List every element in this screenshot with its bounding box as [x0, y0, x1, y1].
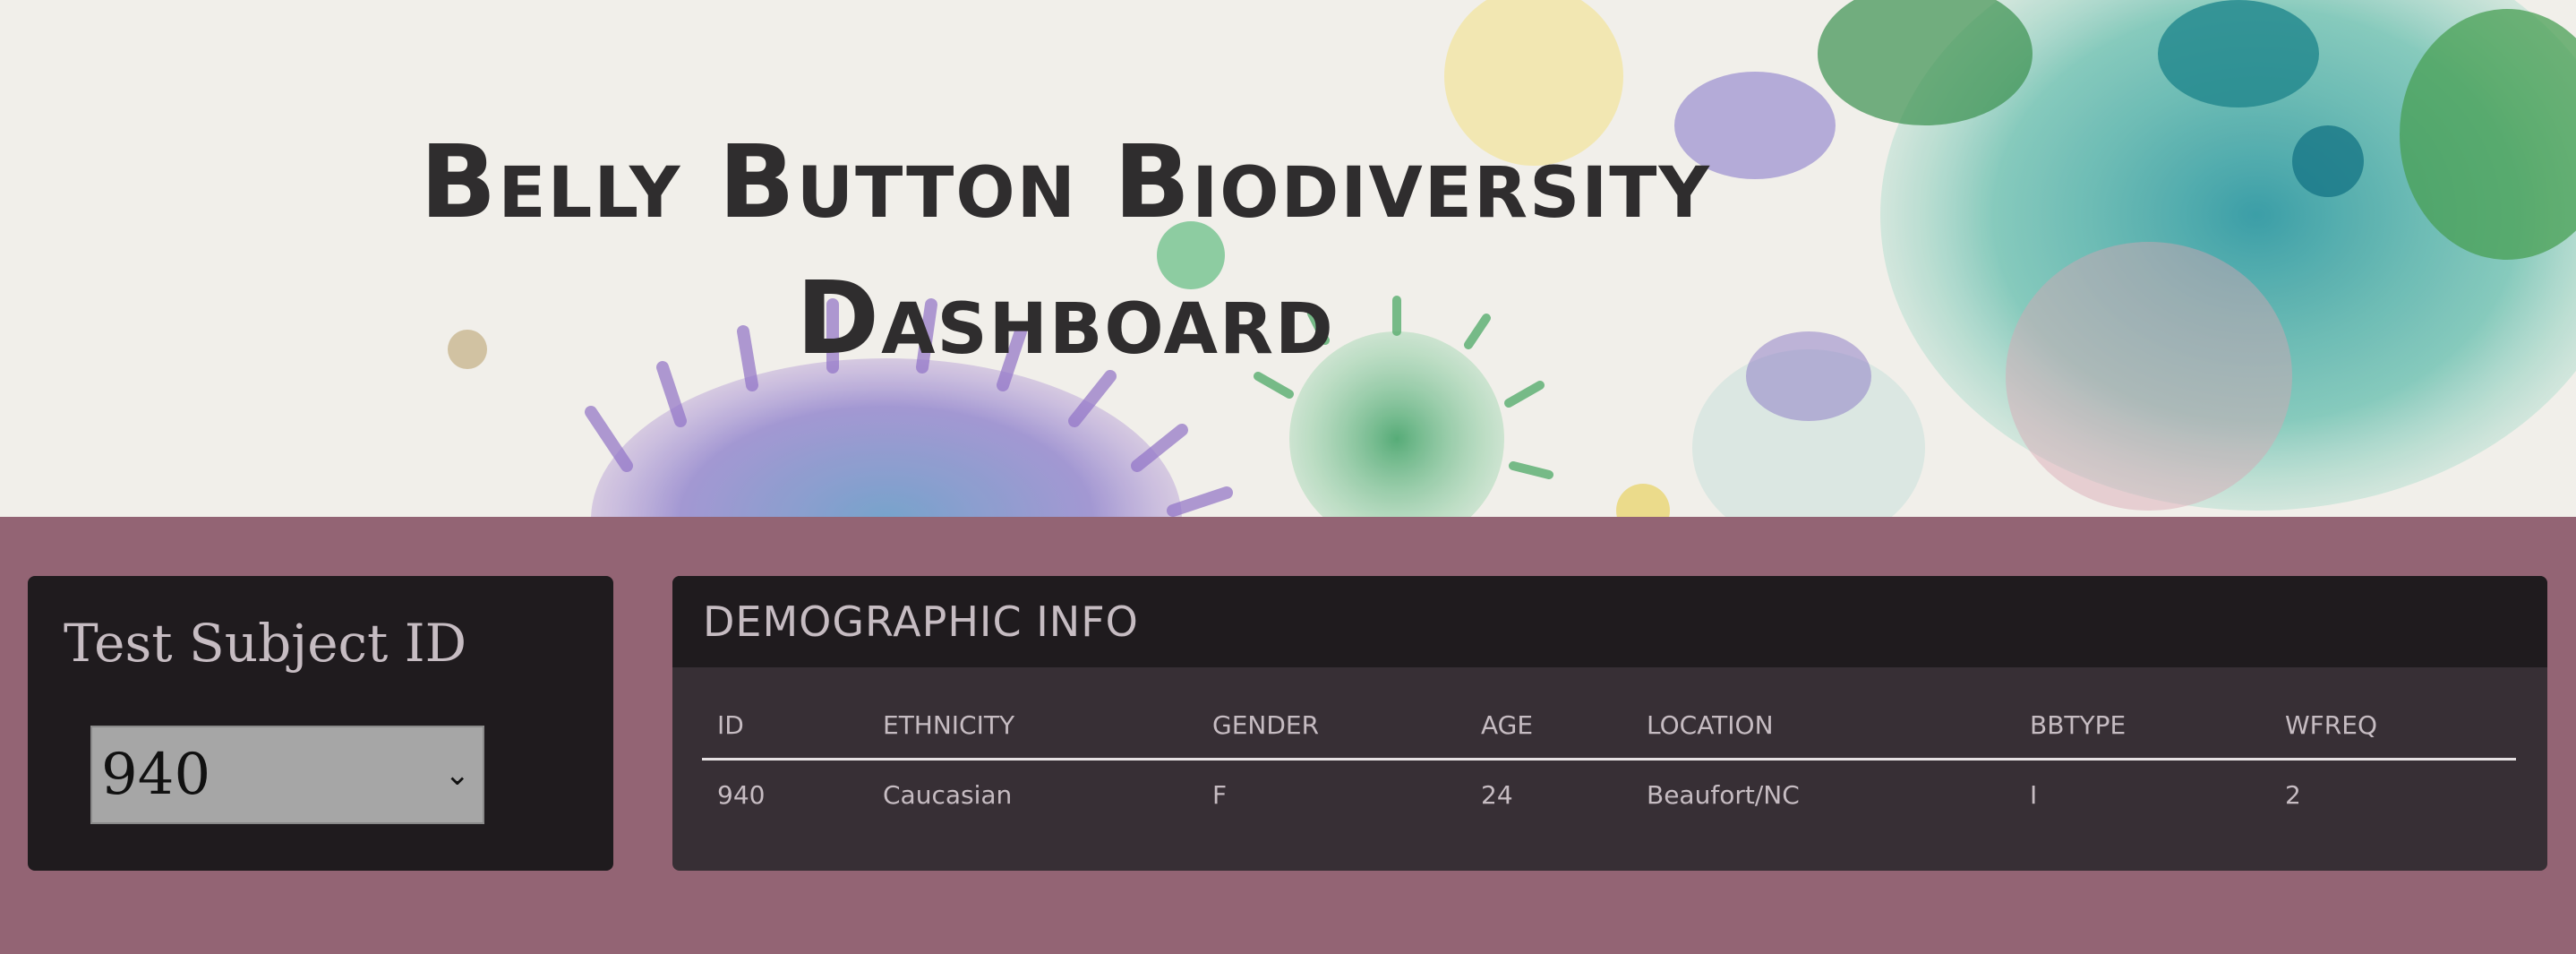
cell-wfreq: 2: [2285, 780, 2301, 810]
page-title-line1: Belly Button Biodiversity: [420, 125, 1711, 241]
cell-age: 24: [1481, 780, 1513, 810]
column-header-gender: GENDER: [1197, 710, 1466, 761]
test-subject-select[interactable]: 940 ⌄: [90, 726, 484, 824]
demographic-info-card: DEMOGRAPHIC INFO ID ETHNICITY GENDER AGE…: [672, 576, 2547, 871]
cell-id: 940: [717, 780, 766, 810]
table-row: 940 Caucasian F 24 Beaufort/NC I 2: [702, 760, 2516, 810]
column-header-id: ID: [702, 710, 868, 761]
test-subject-card: Test Subject ID 940 ⌄: [28, 576, 613, 871]
test-subject-title: Test Subject ID: [64, 613, 467, 674]
cell-gender: F: [1212, 780, 1228, 810]
column-header-age: AGE: [1466, 710, 1631, 761]
chevron-down-icon: ⌄: [444, 757, 471, 793]
column-header-bbtype: BBTYPE: [2015, 710, 2270, 761]
page-title: Belly Button Biodiversity Dashboard: [0, 115, 2131, 387]
test-subject-selected-value: 940: [101, 742, 211, 808]
table-header-row: ID ETHNICITY GENDER AGE LOCATION BBTYPE …: [702, 710, 2516, 761]
page-title-line2: Dashboard: [796, 261, 1335, 377]
column-header-wfreq: WFREQ: [2270, 710, 2516, 761]
demographic-table: ID ETHNICITY GENDER AGE LOCATION BBTYPE …: [702, 710, 2516, 810]
column-header-location: LOCATION: [1631, 710, 2015, 761]
demographic-info-heading: DEMOGRAPHIC INFO: [703, 597, 1139, 646]
demographic-info-header: DEMOGRAPHIC INFO: [672, 576, 2547, 667]
cell-location: Beaufort/NC: [1647, 780, 1800, 810]
hero-banner: Belly Button Biodiversity Dashboard: [0, 0, 2576, 517]
cell-bbtype: I: [2030, 780, 2038, 810]
cell-ethnicity: Caucasian: [883, 780, 1013, 810]
column-header-ethnicity: ETHNICITY: [868, 710, 1197, 761]
